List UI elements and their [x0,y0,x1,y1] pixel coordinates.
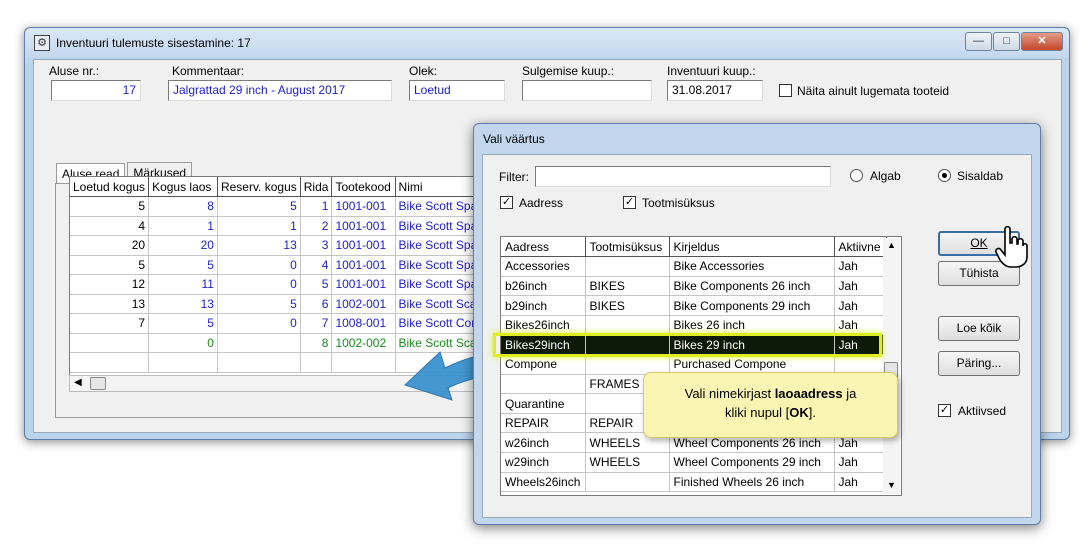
loe-koik-button[interactable]: Loe kõik [938,316,1020,341]
cell-aktiivne[interactable]: Jah [834,256,887,277]
list-item[interactable]: w29inch WHEELS Wheel Components 29 inch … [501,452,887,473]
col-header-aadress[interactable]: Aadress [501,237,586,258]
paring-button[interactable]: Päring... [938,351,1020,376]
algab-label: Algab [870,169,901,183]
filter-label: Filter: [499,170,529,184]
list-item[interactable]: b29inch BIKES Bike Components 29 inch Ja… [501,295,887,316]
cell-aktiivne[interactable]: Jah [834,452,887,473]
aadress-checkbox[interactable]: ✓ [500,196,513,209]
cell-aadress[interactable]: b26inch [501,276,586,297]
instruction-callout: Vali nimekirjast laoaadress ja kliki nup… [643,372,898,438]
filter-input[interactable] [535,166,831,187]
scroll-up-icon[interactable]: ▲ [887,240,896,250]
list-item[interactable]: Wheels26inch Finished Wheels 26 inch Jah [501,472,887,493]
cell-tootmis[interactable]: WHEELS [585,452,670,473]
cell-tootmis[interactable] [585,472,670,493]
ok-button-label: OK [970,236,988,250]
cell-aadress[interactable]: w29inch [501,452,586,473]
cell-kirjeldus[interactable]: Bike Components 26 inch [669,276,835,297]
cell-aktiivne[interactable]: Jah [834,276,887,297]
cell-aktiivne[interactable]: Jah [834,295,887,316]
callout-line1-prefix: Vali nimekirjast [684,386,775,401]
cell-tootmis[interactable]: BIKES [585,276,670,297]
vali-list[interactable]: Aadress Tootmisüksus Kirjeldus Aktiivne … [500,236,902,496]
col-header-tootmisuksus[interactable]: Tootmisüksus [585,237,670,258]
cell-aadress[interactable] [501,374,586,395]
list-item[interactable]: Accessories Bike Accessories Jah [501,256,887,277]
cell-aktiivne[interactable]: Jah [834,472,887,493]
list-header-row: Aadress Tootmisüksus Kirjeldus Aktiivne [501,237,887,258]
col-header-kirjeldus[interactable]: Kirjeldus [669,237,835,258]
cell-kirjeldus[interactable]: Finished Wheels 26 inch [669,472,835,493]
list-vertical-scrollbar[interactable]: ▲ ▼ [883,238,900,494]
algab-radio[interactable] [850,169,863,182]
selected-row-highlight [493,333,882,357]
vali-vaartus-dialog: Vali väärtus Filter: Algab Sisaldab ✓ Aa… [473,123,1041,525]
aktiivsed-checkbox[interactable]: ✓ [938,404,951,417]
cell-aadress[interactable]: Accessories [501,256,586,277]
aktiivsed-label: Aktiivsed [958,404,1007,418]
cell-kirjeldus[interactable]: Bike Accessories [669,256,835,277]
callout-line1-suffix: ja [842,386,857,401]
callout-line1-bold: laoaadress [774,386,843,401]
tootmisuksus-checkbox[interactable]: ✓ [623,196,636,209]
cell-tootmis[interactable] [585,256,670,277]
sisaldab-label: Sisaldab [957,169,1004,183]
scroll-down-icon[interactable]: ▼ [887,480,896,490]
cell-aadress[interactable]: REPAIR [501,413,586,434]
cell-tootmis[interactable]: BIKES [585,295,670,316]
sisaldab-radio[interactable] [938,169,951,182]
dialog-title: Vali väärtus [483,132,545,146]
cell-aadress[interactable]: Wheels26inch [501,472,586,493]
col-header-aktiivne[interactable]: Aktiivne [834,237,887,258]
cell-kirjeldus[interactable]: Bike Components 29 inch [669,295,835,316]
callout-line2-prefix: kliki nupul [ [724,405,790,420]
callout-line2-suffix: ]. [808,405,817,420]
cell-aadress[interactable]: w26inch [501,432,586,454]
callout-line2-bold: OK [789,405,809,420]
list-item[interactable]: b26inch BIKES Bike Components 26 inch Ja… [501,276,887,297]
cell-aadress[interactable]: Quarantine [501,393,586,414]
cell-kirjeldus[interactable]: Wheel Components 29 inch [669,452,835,473]
hand-cursor-icon [995,225,1028,268]
aadress-label: Aadress [519,196,564,210]
cell-aadress[interactable]: b29inch [501,295,586,316]
cell-aadress[interactable]: Compone [501,354,586,375]
tootmisuksus-label: Tootmisüksus [642,196,715,210]
